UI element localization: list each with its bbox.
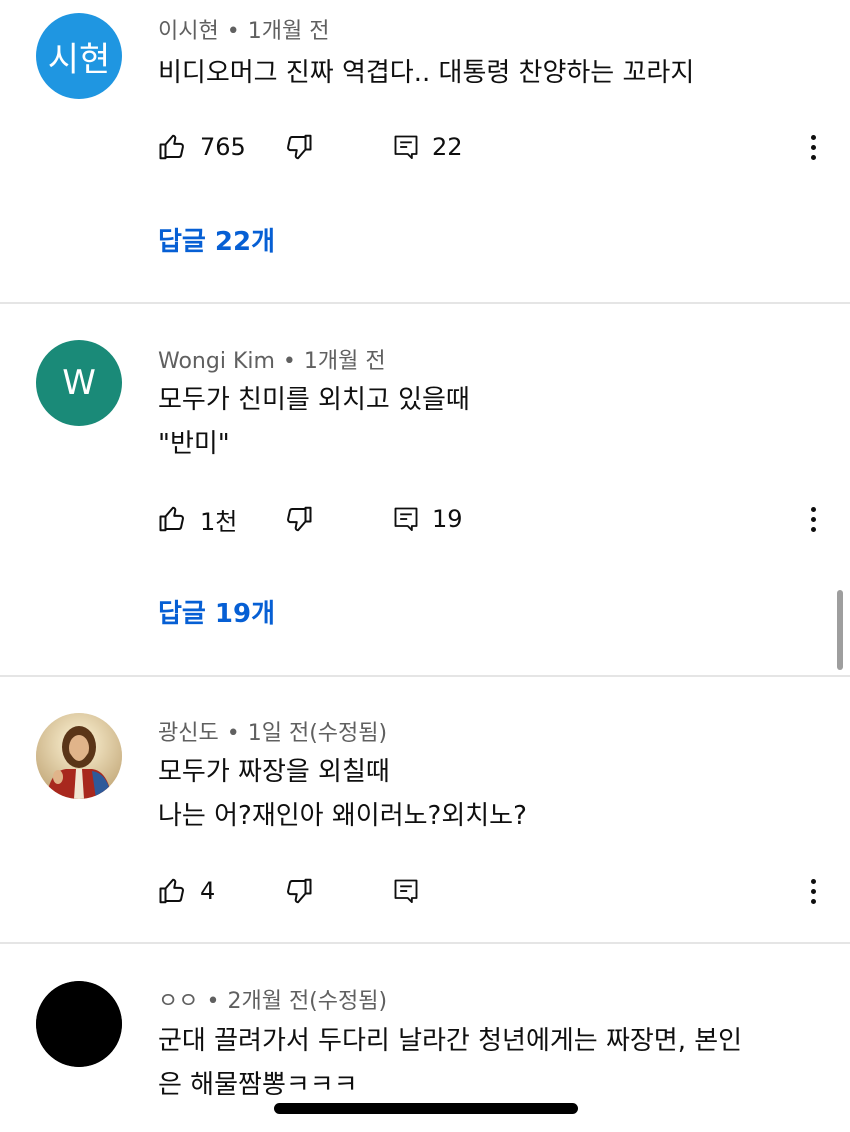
meta-separator: • <box>282 349 296 374</box>
comment-icon <box>394 507 418 532</box>
comment-time: 2개월 전(수정됨) <box>227 989 388 1014</box>
avatar[interactable] <box>36 981 122 1067</box>
divider <box>0 302 850 304</box>
comment-icon <box>394 879 418 904</box>
thumbs-down-icon <box>287 506 312 532</box>
divider <box>0 942 850 944</box>
black-circle-avatar <box>36 981 122 1067</box>
meta-separator: • <box>226 19 240 44</box>
like-button[interactable]: 1천 <box>158 497 237 541</box>
comment-actions: 1천 19 <box>158 497 828 541</box>
comment-text: 모두가 친미를 외치고 있을때 "반미" <box>158 378 470 466</box>
dislike-button[interactable] <box>283 869 313 913</box>
like-button[interactable]: 4 <box>158 869 215 913</box>
comment-meta: Wongi Kim • 1개월 전 <box>158 343 386 375</box>
comment-text: 비디오머그 진짜 역겹다.. 대통령 찬양하는 꼬라지 <box>158 51 694 95</box>
comment-text-line: 비디오머그 진짜 역겹다.. 대통령 찬양하는 꼬라지 <box>158 58 695 88</box>
like-count: 765 <box>200 133 246 161</box>
reply-button[interactable]: 22 <box>392 125 463 169</box>
comment-author[interactable]: 광신도 <box>158 721 219 746</box>
comment-meta: 광신도 • 1일 전(수정됨) <box>158 715 387 747</box>
meta-separator: • <box>226 721 240 746</box>
comment-time: 1개월 전 <box>247 19 330 44</box>
comment-text-line: 군대 끌려가서 두다리 날라간 청년에게는 짜장면, 본인 <box>158 1026 743 1056</box>
like-count: 4 <box>200 877 216 905</box>
dislike-button[interactable] <box>283 497 313 541</box>
thumbs-up-icon <box>159 506 184 532</box>
scrollbar[interactable] <box>837 590 843 670</box>
comment-text: 군대 끌려가서 두다리 날라간 청년에게는 짜장면, 본인 은 해물짬뽕ㅋㅋㅋ <box>158 1019 742 1107</box>
comment-text-line: 은 해물짬뽕ㅋㅋㅋ <box>158 1070 358 1100</box>
thumbs-down-icon <box>287 878 312 904</box>
meta-separator: • <box>206 989 220 1014</box>
comment-actions: 4 <box>158 869 828 913</box>
view-replies-button[interactable]: 답글 22개 <box>158 221 275 258</box>
dislike-button[interactable] <box>283 125 313 169</box>
comment-text-line: 모두가 짜장을 외칠때 <box>158 757 390 787</box>
avatar[interactable]: W <box>36 340 122 426</box>
thumbs-down-icon <box>287 134 312 160</box>
comment-meta: 이시현 • 1개월 전 <box>158 13 329 45</box>
comment-text-line: 나는 어?재인아 왜이러노?외치노? <box>158 801 527 831</box>
comment-meta: ㅇㅇ • 2개월 전(수정됨) <box>158 983 387 1015</box>
jesus-portrait-avatar <box>36 713 122 799</box>
comment-author[interactable]: 이시현 <box>158 19 219 44</box>
reply-button[interactable]: 19 <box>392 497 463 541</box>
reply-count: 22 <box>432 133 463 161</box>
like-count: 1천 <box>200 507 238 536</box>
comment-time: 1일 전(수정됨) <box>247 721 388 746</box>
comment-author[interactable]: Wongi Kim <box>158 349 275 374</box>
more-options-icon[interactable] <box>798 869 828 913</box>
comment-text-line: "반미" <box>158 429 230 459</box>
thumbs-up-icon <box>159 878 184 904</box>
more-options-icon[interactable] <box>798 497 828 541</box>
reply-button[interactable] <box>392 869 420 913</box>
comment-icon <box>394 135 418 160</box>
view-replies-button[interactable]: 답글 19개 <box>158 593 275 630</box>
home-indicator[interactable] <box>274 1103 578 1114</box>
comment-text: 모두가 짜장을 외칠때 나는 어?재인아 왜이러노?외치노? <box>158 750 527 838</box>
avatar[interactable]: 시현 <box>36 13 122 99</box>
comment-author[interactable]: ㅇㅇ <box>158 989 198 1014</box>
divider <box>0 675 850 677</box>
comment-actions: 765 22 <box>158 125 828 169</box>
avatar[interactable] <box>36 713 122 799</box>
comment-time: 1개월 전 <box>303 349 386 374</box>
like-button[interactable]: 765 <box>158 125 246 169</box>
avatar-initials: 시현 <box>47 39 111 80</box>
more-options-icon[interactable] <box>798 125 828 169</box>
comment-text-line: 모두가 친미를 외치고 있을때 <box>158 385 470 415</box>
thumbs-up-icon <box>159 134 184 160</box>
avatar-initials: W <box>62 363 96 403</box>
reply-count: 19 <box>432 505 463 533</box>
